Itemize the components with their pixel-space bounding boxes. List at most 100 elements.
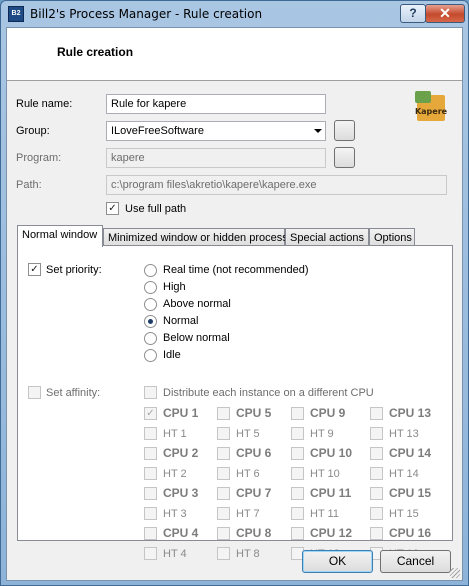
ht-checkbox[interactable] bbox=[217, 547, 230, 560]
kapere-logo: Kapere bbox=[413, 88, 447, 122]
distribute-checkbox[interactable] bbox=[144, 386, 157, 399]
resize-grip[interactable] bbox=[450, 568, 460, 578]
cpu-checkbox[interactable] bbox=[370, 487, 383, 500]
priority-radio-normal[interactable] bbox=[144, 315, 157, 328]
ht-checkbox[interactable] bbox=[370, 427, 383, 440]
distribute-label: Distribute each instance on a different … bbox=[163, 387, 374, 399]
ht-checkbox[interactable] bbox=[370, 507, 383, 520]
chevron-down-icon bbox=[314, 129, 322, 133]
path-field[interactable]: c:\program files\akretio\kapere\kapere.e… bbox=[106, 175, 447, 195]
set-affinity-label[interactable]: Set affinity: bbox=[46, 387, 100, 399]
app-icon: B2 bbox=[8, 6, 24, 22]
rule-name-field[interactable]: Rule for kapere bbox=[106, 94, 326, 114]
ht-checkbox[interactable] bbox=[291, 427, 304, 440]
ht-label: HT 7 bbox=[236, 508, 260, 520]
priority-radio-idle[interactable] bbox=[144, 349, 157, 362]
cpu-checkbox[interactable] bbox=[291, 487, 304, 500]
cpu-checkbox[interactable] bbox=[291, 527, 304, 540]
program-browse-button[interactable] bbox=[334, 147, 355, 168]
ht-label: HT 11 bbox=[310, 508, 339, 520]
set-priority-checkbox[interactable]: ✓ bbox=[28, 263, 41, 276]
group-label: Group: bbox=[16, 125, 50, 137]
use-full-path-checkbox[interactable]: ✓ bbox=[106, 202, 119, 215]
ht-label: HT 2 bbox=[163, 468, 187, 480]
cancel-button[interactable]: Cancel bbox=[380, 550, 451, 573]
close-icon: ✕ bbox=[439, 5, 451, 21]
priority-option-label: High bbox=[163, 281, 186, 293]
ok-button[interactable]: OK bbox=[302, 550, 373, 573]
help-button[interactable]: ? bbox=[400, 4, 426, 23]
window-title: Bill2's Process Manager - Rule creation bbox=[30, 7, 263, 21]
path-label: Path: bbox=[16, 179, 42, 191]
cpu-label: CPU 7 bbox=[236, 486, 272, 500]
cpu-checkbox[interactable] bbox=[217, 487, 230, 500]
ht-checkbox[interactable] bbox=[291, 467, 304, 480]
cpu-checkbox[interactable] bbox=[370, 407, 383, 420]
cpu-label: CPU 10 bbox=[310, 446, 353, 460]
cpu-checkbox[interactable] bbox=[291, 407, 304, 420]
cpu-checkbox[interactable] bbox=[144, 447, 157, 460]
ht-checkbox[interactable] bbox=[144, 507, 157, 520]
rule-name-label: Rule name: bbox=[16, 98, 73, 110]
help-icon: ? bbox=[409, 6, 417, 20]
group-browse-button[interactable] bbox=[334, 120, 355, 141]
cpu-checkbox[interactable] bbox=[217, 407, 230, 420]
group-select[interactable]: ILoveFreeSoftware bbox=[106, 121, 326, 141]
ht-checkbox[interactable] bbox=[144, 547, 157, 560]
ht-checkbox[interactable] bbox=[144, 427, 157, 440]
cpu-label: CPU 16 bbox=[389, 526, 432, 540]
ht-label: HT 8 bbox=[236, 548, 260, 560]
cpu-checkbox[interactable] bbox=[370, 447, 383, 460]
priority-option-label: Above normal bbox=[163, 298, 231, 310]
ht-checkbox[interactable] bbox=[144, 467, 157, 480]
priority-radio-above-normal[interactable] bbox=[144, 298, 157, 311]
use-full-path-label[interactable]: Use full path bbox=[125, 203, 186, 215]
tab-panel-normal-window: ✓ Set priority: Real time (not recommend… bbox=[17, 245, 453, 560]
ht-checkbox[interactable] bbox=[291, 507, 304, 520]
ht-label: HT 1 bbox=[163, 428, 187, 440]
ht-label: HT 4 bbox=[163, 548, 187, 560]
priority-option-label: Real time (not recommended) bbox=[163, 264, 309, 276]
cpu-checkbox[interactable] bbox=[370, 527, 383, 540]
priority-radio-high[interactable] bbox=[144, 281, 157, 294]
cpu-checkbox[interactable] bbox=[291, 447, 304, 460]
priority-option-label: Idle bbox=[163, 349, 181, 361]
ht-checkbox[interactable] bbox=[217, 507, 230, 520]
ht-checkbox[interactable] bbox=[217, 427, 230, 440]
program-label: Program: bbox=[16, 152, 62, 164]
close-button[interactable]: ✕ bbox=[425, 4, 465, 23]
page-title: Rule creation bbox=[57, 45, 134, 59]
program-field[interactable]: kapere bbox=[106, 148, 326, 168]
ht-label: HT 9 bbox=[310, 428, 334, 440]
title-bar[interactable]: B2 Bill2's Process Manager - Rule creati… bbox=[1, 1, 468, 27]
cpu-label: CPU 2 bbox=[163, 446, 199, 460]
cpu-label: CPU 4 bbox=[163, 526, 199, 540]
ht-label: HT 15 bbox=[389, 508, 419, 520]
ht-label: HT 14 bbox=[389, 468, 419, 480]
priority-option-label: Normal bbox=[163, 315, 199, 327]
group-select-value: ILoveFreeSoftware bbox=[111, 125, 204, 137]
cpu-label: CPU 13 bbox=[389, 406, 432, 420]
ht-checkbox[interactable] bbox=[370, 467, 383, 480]
cpu-label: CPU 1 bbox=[163, 406, 199, 420]
cpu-label: CPU 12 bbox=[310, 526, 353, 540]
ht-checkbox[interactable] bbox=[217, 467, 230, 480]
cpu-checkbox[interactable] bbox=[217, 527, 230, 540]
ht-label: HT 6 bbox=[236, 468, 260, 480]
cpu-checkbox[interactable] bbox=[144, 527, 157, 540]
cpu-checkbox[interactable]: ✓ bbox=[144, 407, 157, 420]
priority-radio-below-normal[interactable] bbox=[144, 332, 157, 345]
priority-radio-realtime[interactable] bbox=[144, 264, 157, 277]
priority-option-label: Below normal bbox=[163, 332, 230, 344]
ht-label: HT 3 bbox=[163, 508, 187, 520]
cpu-checkbox[interactable] bbox=[217, 447, 230, 460]
tab-normal-window[interactable]: Normal window bbox=[17, 225, 103, 247]
cpu-label: CPU 15 bbox=[389, 486, 432, 500]
set-affinity-checkbox[interactable] bbox=[28, 386, 41, 399]
cpu-label: CPU 5 bbox=[236, 406, 272, 420]
logo-text: Kapere bbox=[414, 107, 448, 116]
set-priority-label[interactable]: Set priority: bbox=[46, 264, 102, 276]
cpu-label: CPU 6 bbox=[236, 446, 272, 460]
header-band: Rule creation bbox=[7, 28, 462, 81]
cpu-checkbox[interactable] bbox=[144, 487, 157, 500]
